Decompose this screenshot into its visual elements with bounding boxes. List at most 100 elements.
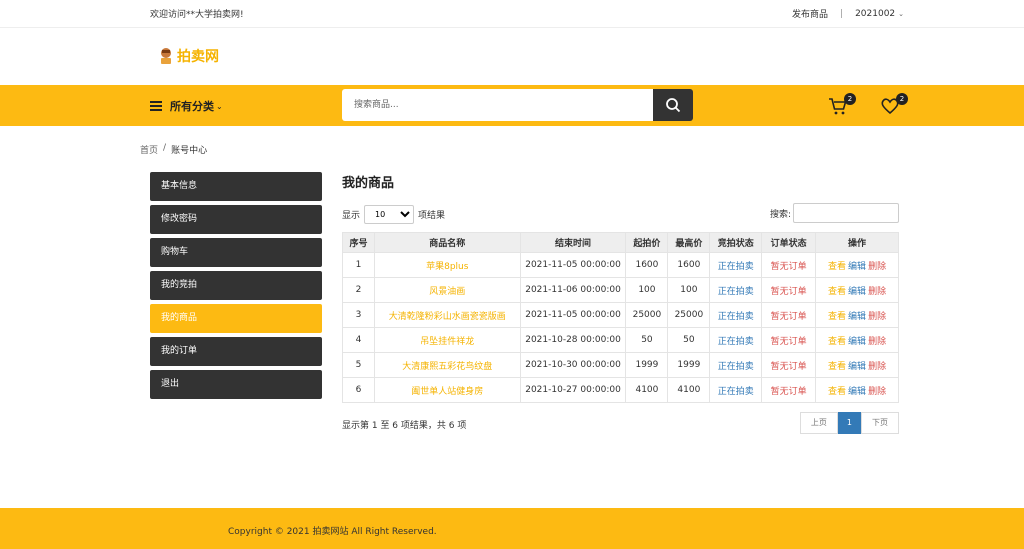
cell-end-time: 2021-10-28 00:00:00: [519, 327, 627, 353]
col-bid-status[interactable]: 竞拍状态: [709, 232, 763, 253]
table-row: 6 阖世单人站健身房 2021-10-27 00:00:00 4100 4100…: [342, 377, 899, 403]
view-link[interactable]: 查看: [828, 287, 846, 297]
breadcrumb-home[interactable]: 首页: [140, 143, 158, 156]
search-bar: [342, 89, 693, 121]
breadcrumb-current: 账号中心: [171, 146, 208, 156]
prev-page-button[interactable]: 上页: [799, 412, 838, 434]
product-name-link[interactable]: 吊坠挂件祥龙: [373, 327, 521, 353]
edit-link[interactable]: 编辑: [848, 337, 866, 347]
copyright-text: Copyright © 2021 拍卖网站 All Right Reserved…: [228, 527, 437, 537]
cell-order-status: 暂无订单: [761, 302, 817, 328]
cart-count-badge: 2: [844, 93, 856, 105]
sidebar-item-basic-info[interactable]: 基本信息: [150, 172, 322, 201]
col-order-status[interactable]: 订单状态: [761, 232, 817, 253]
cell-order-status: 暂无订单: [761, 277, 817, 303]
sidebar-item-logout[interactable]: 退出: [150, 370, 322, 399]
cell-start-price: 25000: [625, 302, 669, 328]
cell-actions: 查看 编辑 删除: [815, 252, 899, 278]
all-categories-dropdown[interactable]: 所有分类 ⌄: [150, 98, 223, 114]
edit-link[interactable]: 编辑: [848, 262, 866, 272]
sidebar-item-cart[interactable]: 购物车: [150, 238, 322, 267]
cell-actions: 查看 编辑 删除: [815, 302, 899, 328]
cell-order-status: 暂无订单: [761, 352, 817, 378]
product-name-link[interactable]: 大清乾隆粉彩山水画瓷瓷版画: [373, 302, 521, 328]
col-end-time[interactable]: 结束时间: [519, 232, 627, 253]
table-row: 3 大清乾隆粉彩山水画瓷瓷版画 2021-11-05 00:00:00 2500…: [342, 302, 899, 328]
table-row: 5 大清康熙五彩花鸟纹盘 2021-10-30 00:00:00 1999 19…: [342, 352, 899, 378]
cell-actions: 查看 编辑 删除: [815, 327, 899, 353]
view-link[interactable]: 查看: [828, 362, 846, 372]
view-link[interactable]: 查看: [828, 262, 846, 272]
page-length-control: 显示 10 项结果: [342, 205, 445, 224]
cell-no: 2: [342, 277, 375, 303]
view-link[interactable]: 查看: [828, 312, 846, 322]
col-no[interactable]: 序号: [342, 232, 375, 253]
edit-link[interactable]: 编辑: [848, 387, 866, 397]
edit-link[interactable]: 编辑: [848, 287, 866, 297]
product-name-link[interactable]: 阖世单人站健身房: [373, 377, 521, 403]
search-button[interactable]: [653, 89, 693, 121]
wishlist-count-badge: 2: [896, 93, 908, 105]
cell-bid-status: 正在拍卖: [709, 352, 763, 378]
view-link[interactable]: 查看: [828, 337, 846, 347]
publish-link[interactable]: 发布商品: [792, 7, 828, 20]
site-logo[interactable]: 拍卖网: [158, 46, 219, 66]
cell-bid-status: 正在拍卖: [709, 252, 763, 278]
cell-start-price: 4100: [625, 377, 669, 403]
menu-icon: [150, 99, 162, 113]
col-name[interactable]: 商品名称: [373, 232, 521, 253]
edit-link[interactable]: 编辑: [848, 312, 866, 322]
cell-end-time: 2021-10-27 00:00:00: [519, 377, 627, 403]
delete-link[interactable]: 删除: [868, 387, 886, 397]
sidebar-item-change-password[interactable]: 修改密码: [150, 205, 322, 234]
delete-link[interactable]: 删除: [868, 362, 886, 372]
cart-button[interactable]: 2: [828, 93, 856, 116]
table-row: 4 吊坠挂件祥龙 2021-10-28 00:00:00 50 50 正在拍卖 …: [342, 327, 899, 353]
col-start-price[interactable]: 起拍价: [625, 232, 669, 253]
product-name-link[interactable]: 大清康熙五彩花鸟纹盘: [373, 352, 521, 378]
cell-max-price: 50: [667, 327, 711, 353]
edit-link[interactable]: 编辑: [848, 362, 866, 372]
pagination: 上页 1 下页: [799, 412, 899, 434]
delete-link[interactable]: 删除: [868, 337, 886, 347]
delete-link[interactable]: 删除: [868, 262, 886, 272]
sidebar-item-my-products[interactable]: 我的商品: [150, 304, 322, 333]
delete-link[interactable]: 删除: [868, 312, 886, 322]
filter-label: 搜索:: [769, 209, 791, 220]
view-link[interactable]: 查看: [828, 387, 846, 397]
auction-hammer-logo-icon: [161, 48, 171, 64]
cell-max-price: 25000: [667, 302, 711, 328]
chevron-down-icon: ⌄: [898, 9, 905, 18]
cell-end-time: 2021-11-06 00:00:00: [519, 277, 627, 303]
table-header-row: 序号 商品名称 结束时间 起拍价 最高价 竞拍状态 订单状态 操作: [342, 232, 899, 253]
table-info: 显示第 1 至 6 项结果，共 6 项: [342, 421, 467, 431]
cell-no: 6: [342, 377, 375, 403]
page-size-select[interactable]: 10: [364, 205, 415, 224]
cell-order-status: 暂无订单: [761, 252, 817, 278]
sidebar-item-my-orders[interactable]: 我的订单: [150, 337, 322, 366]
table-search-input[interactable]: [793, 203, 899, 223]
cell-end-time: 2021-11-05 00:00:00: [519, 302, 627, 328]
product-name-link[interactable]: 风景油画: [373, 277, 521, 303]
sidebar-item-my-bids[interactable]: 我的竞拍: [150, 271, 322, 300]
cell-max-price: 4100: [667, 377, 711, 403]
product-name-link[interactable]: 苹果8plus: [373, 252, 521, 278]
search-input[interactable]: [342, 89, 653, 121]
cell-bid-status: 正在拍卖: [709, 377, 763, 403]
cell-max-price: 1600: [667, 252, 711, 278]
cell-max-price: 1999: [667, 352, 711, 378]
page-1-button[interactable]: 1: [837, 412, 861, 434]
delete-link[interactable]: 删除: [868, 287, 886, 297]
cell-no: 4: [342, 327, 375, 353]
cell-bid-status: 正在拍卖: [709, 327, 763, 353]
main-nav: 所有分类 ⌄ 2 2: [0, 85, 1024, 126]
col-max-price[interactable]: 最高价: [667, 232, 711, 253]
products-table: 序号 商品名称 结束时间 起拍价 最高价 竞拍状态 订单状态 操作 1 苹果8p…: [342, 232, 899, 403]
wishlist-button[interactable]: 2: [880, 93, 908, 116]
cell-no: 5: [342, 352, 375, 378]
all-categories-label: 所有分类: [170, 100, 214, 113]
user-menu[interactable]: 2021002 ⌄: [855, 9, 904, 19]
cell-actions: 查看 编辑 删除: [815, 277, 899, 303]
next-page-button[interactable]: 下页: [861, 412, 899, 434]
col-actions: 操作: [815, 232, 899, 253]
